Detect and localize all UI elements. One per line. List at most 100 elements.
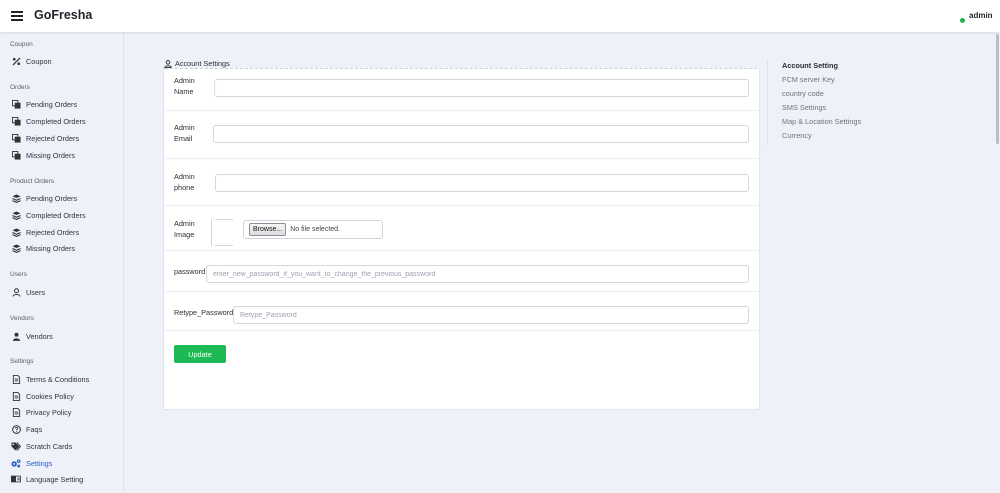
sidebar-item-product-missing-orders[interactable]: Missing Orders xyxy=(11,242,75,254)
sidebar-section-product-orders: Product Orders xyxy=(10,178,55,185)
sidebar-section-vendors: Vendors xyxy=(10,315,34,322)
layers-icon xyxy=(11,243,21,253)
percent-icon xyxy=(11,56,21,66)
sidebar-item-product-completed-orders[interactable]: Completed Orders xyxy=(11,209,86,221)
vendor-icon xyxy=(11,331,21,341)
sidebar-section-orders: Orders xyxy=(10,84,30,91)
page-scrollbar[interactable] xyxy=(996,34,999,144)
settings-menu-map-location[interactable]: Map & Location Settings xyxy=(782,115,861,129)
sidebar-item-label: Rejected Orders xyxy=(26,133,80,143)
sidebar-item-label: Rejected Orders xyxy=(26,227,80,237)
sidebar-item-label: Faqs xyxy=(26,424,43,434)
admin-email-label: Admin Email xyxy=(174,123,195,143)
account-settings-heading: Account Settings xyxy=(164,59,230,68)
sidebar-item-label: Terms & Conditions xyxy=(26,374,90,384)
settings-menu-sms-settings[interactable]: SMS Settings xyxy=(782,101,861,115)
settings-menu-country-code[interactable]: country code xyxy=(782,87,861,101)
sidebar-item-terms[interactable]: Terms & Conditions xyxy=(11,373,89,385)
question-icon xyxy=(11,424,21,434)
online-status-dot xyxy=(960,18,965,23)
tags-icon xyxy=(11,441,21,451)
sidebar-item-label: Vendors xyxy=(26,331,53,341)
password-label: password xyxy=(174,267,206,276)
admin-email-row: Admin Email xyxy=(164,111,759,159)
sidebar-item-product-pending-orders[interactable]: Pending Orders xyxy=(11,192,77,204)
sidebar-item-label: Coupon xyxy=(26,56,52,66)
file-status-text: No file selected. xyxy=(290,226,340,233)
sidebar-item-label: Pending Orders xyxy=(26,193,78,203)
sidebar-item-language-setting[interactable]: Language Setting xyxy=(11,473,83,485)
admin-phone-input[interactable] xyxy=(215,174,749,192)
sidebar-item-label: Missing Orders xyxy=(26,150,76,160)
sidebar-item-settings[interactable]: Settings xyxy=(11,457,52,469)
sidebar-item-label: Pending Orders xyxy=(26,99,78,109)
sidebar-item-label: Settings xyxy=(26,458,53,468)
sidebar-item-privacy-policy[interactable]: Privacy Policy xyxy=(11,406,71,418)
copy-icon xyxy=(11,99,21,109)
settings-menu-account-setting[interactable]: Account Setting xyxy=(782,59,861,73)
sidebar-item-label: Scratch Cards xyxy=(26,441,73,451)
document-icon xyxy=(11,391,21,401)
account-settings-card: Admin Name Admin Email Admin phone Admin… xyxy=(163,68,760,410)
admin-phone-row: Admin phone xyxy=(164,159,759,206)
sidebar-item-cookies-policy[interactable]: Cookies Policy xyxy=(11,390,74,402)
copy-icon xyxy=(11,116,21,126)
admin-phone-label: Admin phone xyxy=(174,172,195,192)
sidebar-item-faqs[interactable]: Faqs xyxy=(11,423,42,435)
browse-button[interactable]: Browse... xyxy=(249,223,287,236)
user-icon xyxy=(11,287,21,297)
user-icon xyxy=(164,59,172,68)
admin-name-label: Admin Name xyxy=(174,76,195,96)
document-icon xyxy=(11,374,21,384)
sidebar-item-label: Language Setting xyxy=(26,474,84,484)
retype-password-label: Retype_Password xyxy=(174,308,234,317)
password-row: password xyxy=(164,251,759,292)
admin-image-label: Admin Image xyxy=(174,219,195,239)
admin-image-row: Admin Image Browse... No file selected. xyxy=(164,206,759,251)
language-icon xyxy=(11,474,21,484)
sidebar-item-label: Cookies Policy xyxy=(26,391,74,401)
main-content: Account Settings Admin Name Admin Email … xyxy=(124,32,1000,493)
retype-password-row: Retype_Password xyxy=(164,292,759,331)
sidebar-item-pending-orders[interactable]: Pending Orders xyxy=(11,98,77,110)
sidebar-item-scratch-cards[interactable]: Scratch Cards xyxy=(11,440,72,452)
admin-email-input[interactable] xyxy=(213,125,749,143)
brand-title: GoFresha xyxy=(34,8,93,22)
sidebar-section-coupon: Coupon xyxy=(10,41,33,48)
sidebar-item-label: Completed Orders xyxy=(26,116,86,126)
sidebar-item-vendors[interactable]: Vendors xyxy=(11,330,53,342)
sidebar: Coupon Coupon Orders Pending Orders Comp… xyxy=(0,32,124,493)
layers-icon xyxy=(11,193,21,203)
sidebar-item-coupon[interactable]: Coupon xyxy=(11,55,52,67)
admin-user-menu[interactable]: admin xyxy=(969,11,993,20)
copy-icon xyxy=(11,150,21,160)
sidebar-item-label: Completed Orders xyxy=(26,210,86,220)
admin-name-row: Admin Name xyxy=(164,69,759,111)
sidebar-item-rejected-orders[interactable]: Rejected Orders xyxy=(11,132,79,144)
admin-image-preview xyxy=(211,219,235,246)
document-icon xyxy=(11,407,21,417)
password-input[interactable] xyxy=(206,265,749,283)
admin-name-input[interactable] xyxy=(214,79,749,97)
sidebar-section-users: Users xyxy=(10,271,27,278)
copy-icon xyxy=(11,133,21,143)
sidebar-item-missing-orders[interactable]: Missing Orders xyxy=(11,149,75,161)
layers-icon xyxy=(11,210,21,220)
cogs-icon xyxy=(11,458,21,468)
hamburger-menu-icon[interactable] xyxy=(11,11,23,21)
sidebar-item-completed-orders[interactable]: Completed Orders xyxy=(11,115,86,127)
sidebar-item-product-rejected-orders[interactable]: Rejected Orders xyxy=(11,226,79,238)
sidebar-section-settings: Settings xyxy=(10,358,34,365)
sidebar-item-label: Privacy Policy xyxy=(26,407,72,417)
settings-menu: Account Setting FCM server Key country c… xyxy=(767,59,861,145)
settings-menu-currency[interactable]: Currency xyxy=(782,129,861,143)
layers-icon xyxy=(11,227,21,237)
update-button[interactable]: Update xyxy=(174,345,226,363)
sidebar-item-label: Missing Orders xyxy=(26,243,76,253)
settings-menu-fcm-server-key[interactable]: FCM server Key xyxy=(782,73,861,87)
admin-image-file-input[interactable]: Browse... No file selected. xyxy=(243,220,383,239)
retype-password-input[interactable] xyxy=(233,306,749,324)
account-settings-title: Account Settings xyxy=(175,59,230,68)
sidebar-item-users[interactable]: Users xyxy=(11,286,45,298)
sidebar-item-label: Users xyxy=(26,287,46,297)
